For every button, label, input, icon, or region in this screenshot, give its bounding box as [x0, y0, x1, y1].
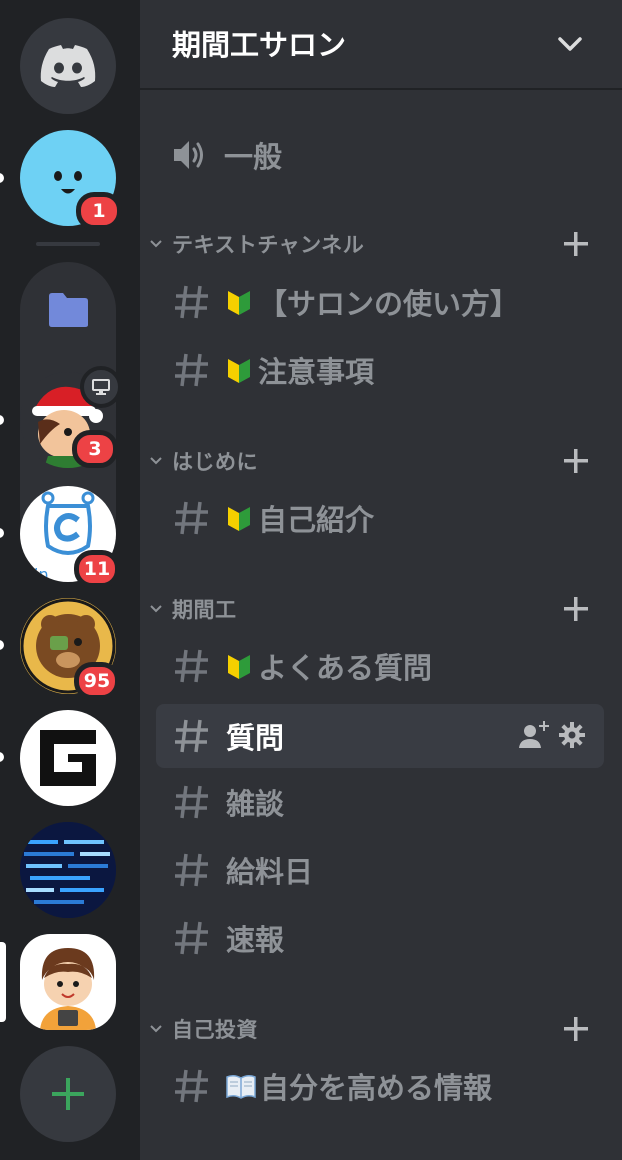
beginner-mark-icon: [228, 291, 250, 315]
add-channel-icon[interactable]: [560, 228, 592, 260]
speaker-icon: [174, 141, 203, 169]
hash-icon: [175, 853, 208, 887]
channel-panel: 期間工サロン 一般 テキストチャンネル 【サロンの使い方】 注意事項 はじめに …: [140, 0, 622, 1160]
chevron-down-icon: [558, 37, 582, 51]
channel-label: 雑談: [226, 787, 285, 821]
channel-item[interactable]: 速報: [156, 906, 604, 970]
server-icon-c[interactable]: in 11: [20, 486, 120, 588]
channel-label: 【サロンの使い方】: [258, 287, 520, 321]
unread-pip: [0, 173, 4, 183]
server-icon-santa[interactable]: 3: [20, 366, 122, 468]
category-header[interactable]: はじめに: [148, 443, 592, 479]
voice-channel[interactable]: 一般: [172, 134, 282, 176]
add-server-button[interactable]: [20, 1046, 116, 1142]
invite-member-icon[interactable]: [518, 720, 550, 750]
hash-icon: [175, 501, 208, 535]
chevron-down-icon: [150, 605, 162, 613]
category-header[interactable]: 自己投資: [148, 1011, 592, 1047]
hash-icon: [175, 785, 208, 819]
selected-server-indicator: [0, 942, 6, 1022]
hash-icon: [175, 353, 208, 387]
channel-label: 注意事項: [258, 355, 375, 389]
server-icon-boy[interactable]: [20, 934, 116, 1030]
hash-icon: [175, 921, 208, 955]
channel-item[interactable]: よくある質問: [156, 634, 604, 698]
add-channel-icon[interactable]: [560, 593, 592, 625]
hash-icon: [175, 1069, 208, 1103]
server-icon-code[interactable]: [20, 822, 116, 918]
unread-pip: [0, 415, 4, 425]
discord-logo-icon: [20, 18, 116, 114]
voice-channel-label: 一般: [224, 140, 283, 174]
server-icon-bear[interactable]: 95: [20, 598, 120, 700]
hash-icon: [175, 285, 208, 319]
beginner-mark-icon: [228, 359, 250, 383]
mention-badge: 95: [74, 662, 120, 700]
category-header[interactable]: テキストチャンネル: [148, 226, 592, 262]
channel-item[interactable]: 給料日: [156, 838, 604, 902]
plus-icon: [20, 1046, 116, 1142]
boy-avatar-icon: [20, 934, 116, 1030]
server-header[interactable]: 期間工サロン: [140, 0, 622, 90]
category-header[interactable]: 期間工: [148, 591, 592, 627]
channel-item[interactable]: 雑談: [156, 770, 604, 834]
channel-label: 速報: [226, 923, 285, 957]
channel-label: 給料日: [226, 855, 314, 889]
open-book-icon: [226, 1074, 256, 1099]
folder-icon: [47, 292, 89, 332]
category-label: テキストチャンネル: [172, 233, 365, 257]
channel-item-selected[interactable]: 質問: [156, 704, 604, 768]
server-icon-smiley[interactable]: 1: [20, 130, 122, 230]
home-button[interactable]: [20, 18, 116, 114]
chevron-down-icon: [150, 240, 162, 248]
add-channel-icon[interactable]: [560, 445, 592, 477]
hash-icon: [175, 649, 208, 683]
svg-text:in: in: [34, 565, 49, 582]
server-name: 期間工サロン: [172, 28, 347, 62]
server-rail: 1 3 in 11 95: [0, 0, 140, 1160]
mention-badge: 3: [72, 430, 118, 468]
channel-item[interactable]: 自己紹介: [156, 486, 604, 550]
chevron-down-icon: [150, 1025, 162, 1033]
category-label: 自己投資: [172, 1018, 258, 1042]
gear-icon[interactable]: [558, 721, 586, 749]
channel-item[interactable]: 注意事項: [156, 338, 604, 402]
beginner-mark-icon: [228, 507, 250, 531]
rail-separator: [36, 242, 100, 246]
category-label: 期間工: [172, 598, 237, 622]
channel-label: よくある質問: [258, 651, 433, 685]
mention-badge: 1: [76, 192, 122, 230]
discord-app: 1 3 in 11 95 期間工サロン 一般 テキストチャンネル 【サロンの使い…: [0, 0, 622, 1160]
beginner-mark-icon: [228, 655, 250, 679]
channel-label: 自己紹介: [258, 503, 375, 537]
unread-pip: [0, 752, 4, 762]
hash-icon: [175, 719, 208, 753]
add-channel-icon[interactable]: [560, 1013, 592, 1045]
channel-label: 質問: [226, 721, 285, 755]
code-screen-icon: [20, 822, 116, 918]
screen-share-icon: [80, 366, 122, 408]
channel-actions: [510, 720, 586, 750]
chevron-down-icon: [150, 457, 162, 465]
channel-label: 自分を高める情報: [260, 1071, 493, 1105]
unread-pip: [0, 528, 4, 538]
unread-pip: [0, 640, 4, 650]
mention-badge: 11: [74, 550, 120, 588]
category-label: はじめに: [172, 450, 258, 474]
channel-item[interactable]: 【サロンの使い方】: [156, 270, 604, 334]
channel-item[interactable]: 自分を高める情報: [156, 1054, 604, 1118]
server-icon-g[interactable]: [20, 710, 116, 806]
g-logo-icon: [20, 710, 116, 806]
